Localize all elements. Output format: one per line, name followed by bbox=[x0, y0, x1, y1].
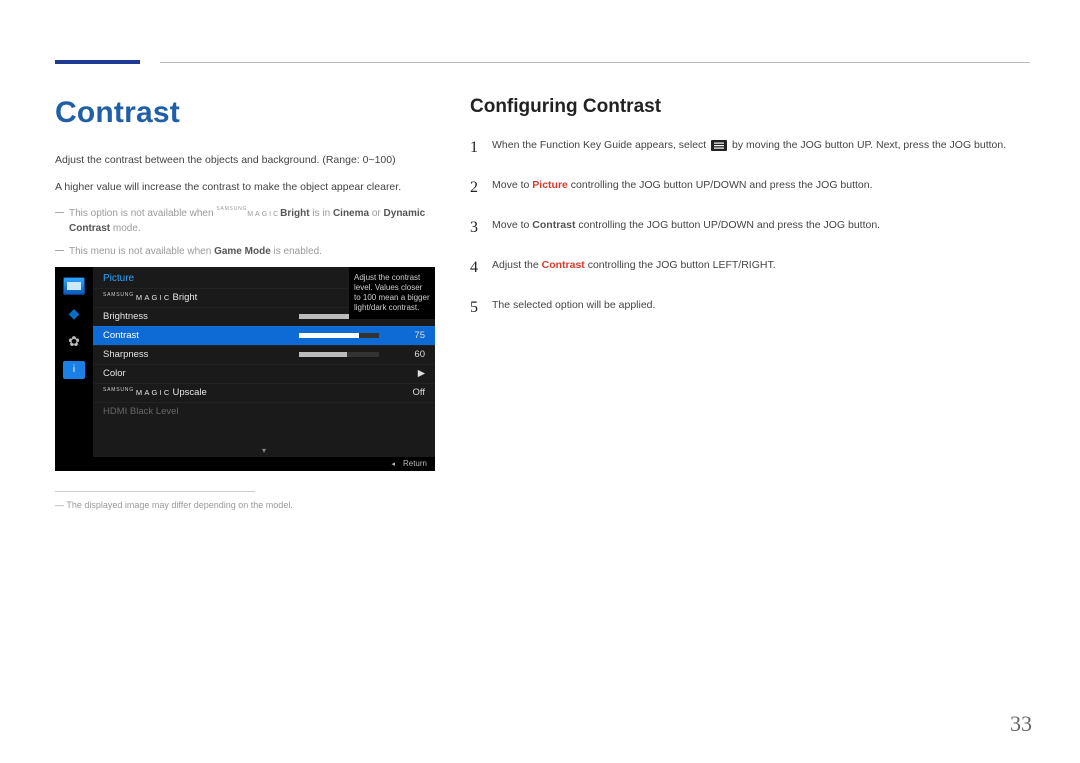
osd-contrast-val: 75 bbox=[385, 330, 425, 341]
footnote-rule bbox=[55, 491, 255, 492]
osd-magic-1: MAGIC bbox=[136, 293, 172, 302]
header-divider bbox=[160, 62, 1030, 63]
intro-paragraph-2: A higher value will increase the contras… bbox=[55, 179, 435, 196]
figure-footnote-text: The displayed image may differ depending… bbox=[66, 500, 292, 510]
osd-screenshot: ◆ ✿ i Picture SAMSUNGMAGICBright Custom … bbox=[55, 267, 435, 471]
step-3: 3 Move to Contrast controlling the JOG b… bbox=[470, 216, 1030, 240]
osd-hdmi-label: HDMI Black Level bbox=[103, 406, 385, 417]
osd-upscale-label: Upscale bbox=[172, 387, 206, 398]
osd-body: ◆ ✿ i Picture SAMSUNGMAGICBright Custom … bbox=[55, 267, 435, 457]
info-tab-icon: i bbox=[63, 361, 85, 379]
osd-magic-2: MAGIC bbox=[136, 388, 172, 397]
note-1: This option is not available when SAMSUN… bbox=[55, 206, 435, 236]
subsection-title: Configuring Contrast bbox=[470, 96, 1030, 118]
osd-row-contrast: Contrast 75 bbox=[93, 326, 435, 345]
step-2-text-c: controlling the JOG button UP/DOWN and p… bbox=[568, 179, 873, 191]
step-3-text-a: Move to bbox=[492, 219, 532, 231]
header-accent bbox=[55, 60, 140, 64]
step-3-number: 3 bbox=[470, 216, 492, 240]
step-1-number: 1 bbox=[470, 136, 492, 160]
osd-samsung-2: SAMSUNG bbox=[103, 387, 134, 393]
step-4-text: Adjust the Contrast controlling the JOG … bbox=[492, 256, 1030, 280]
osd-row-hdmi: HDMI Black Level bbox=[93, 402, 435, 421]
note-1-text-g: mode. bbox=[110, 223, 141, 234]
step-1-text-a: When the Function Key Guide appears, sel… bbox=[492, 139, 709, 151]
note-1-text-a: This option is not available when bbox=[69, 208, 216, 219]
step-4-text-a: Adjust the bbox=[492, 259, 542, 271]
note-2-gamemode: Game Mode bbox=[214, 246, 271, 257]
osd-color-label: Color bbox=[103, 368, 385, 379]
manual-page: Contrast Adjust the contrast between the… bbox=[0, 0, 1080, 763]
step-2-picture: Picture bbox=[532, 179, 568, 191]
osd-return-label: Return bbox=[403, 459, 427, 468]
note-1-bright: Bright bbox=[280, 208, 309, 219]
step-1-text: When the Function Key Guide appears, sel… bbox=[492, 136, 1030, 160]
step-2: 2 Move to Picture controlling the JOG bu… bbox=[470, 176, 1030, 200]
right-column: Configuring Contrast 1 When the Function… bbox=[470, 96, 1030, 510]
intro-paragraph-1: Adjust the contrast between the objects … bbox=[55, 152, 435, 169]
note-1-samsung: SAMSUNG bbox=[216, 206, 247, 212]
step-5-text: The selected option will be applied. bbox=[492, 296, 1030, 320]
note-1-text-e: or bbox=[369, 208, 383, 219]
note-2: This menu is not available when Game Mod… bbox=[55, 244, 435, 259]
osd-sharpness-val: 60 bbox=[385, 349, 425, 360]
step-2-text-a: Move to bbox=[492, 179, 532, 191]
step-2-text: Move to Picture controlling the JOG butt… bbox=[492, 176, 1030, 200]
step-4: 4 Adjust the Contrast controlling the JO… bbox=[470, 256, 1030, 280]
osd-contrast-bar bbox=[299, 333, 379, 338]
step-3-contrast: Contrast bbox=[532, 219, 575, 231]
osd-bright-label: Bright bbox=[172, 292, 197, 303]
osd-brightness-label: Brightness bbox=[103, 311, 293, 322]
osd-upscale-val: Off bbox=[385, 387, 425, 398]
osd-row-sharpness: Sharpness 60 bbox=[93, 345, 435, 364]
figure-footnote: ― The displayed image may differ dependi… bbox=[55, 500, 435, 510]
osd-color-val: ▶ bbox=[385, 368, 425, 379]
step-5: 5 The selected option will be applied. bbox=[470, 296, 1030, 320]
note-2-text-c: is enabled. bbox=[271, 246, 322, 257]
note-1-text-c: is in bbox=[310, 208, 333, 219]
two-column-layout: Contrast Adjust the contrast between the… bbox=[55, 96, 1030, 510]
osd-samsung-1: SAMSUNG bbox=[103, 292, 134, 298]
osd-back-icon: ◂ bbox=[391, 460, 395, 468]
step-2-number: 2 bbox=[470, 176, 492, 200]
step-4-contrast: Contrast bbox=[542, 259, 585, 271]
note-1-magic: MAGIC bbox=[247, 211, 280, 218]
step-1: 1 When the Function Key Guide appears, s… bbox=[470, 136, 1030, 160]
section-title: Contrast bbox=[55, 96, 435, 130]
step-4-text-c: controlling the JOG button LEFT/RIGHT. bbox=[585, 259, 776, 271]
step-4-number: 4 bbox=[470, 256, 492, 280]
picture-tab-icon bbox=[63, 277, 85, 295]
settings-tab-icon: ✿ bbox=[63, 333, 85, 351]
osd-row-color: Color ▶ bbox=[93, 364, 435, 383]
osd-contrast-label: Contrast bbox=[103, 330, 293, 341]
step-1-text-b: by moving the JOG button UP. Next, press… bbox=[729, 139, 1006, 151]
osd-scroll-down-icon: ▾ bbox=[262, 446, 266, 455]
osd-footer: ◂ Return bbox=[55, 457, 435, 471]
menu-icon bbox=[711, 140, 727, 151]
page-header-rule bbox=[55, 40, 1030, 68]
left-column: Contrast Adjust the contrast between the… bbox=[55, 96, 435, 510]
osd-sharpness-bar bbox=[299, 352, 379, 357]
page-number: 33 bbox=[1010, 711, 1032, 737]
options-tab-icon: ◆ bbox=[63, 305, 85, 323]
step-3-text-c: controlling the JOG button UP/DOWN and p… bbox=[575, 219, 880, 231]
osd-tooltip: Adjust the contrast level. Values closer… bbox=[349, 267, 435, 319]
step-3-text: Move to Contrast controlling the JOG but… bbox=[492, 216, 1030, 240]
osd-sharpness-label: Sharpness bbox=[103, 349, 293, 360]
osd-panel: Picture SAMSUNGMAGICBright Custom Bright… bbox=[93, 267, 435, 457]
osd-sidebar: ◆ ✿ i bbox=[55, 267, 93, 457]
osd-row-upscale: SAMSUNGMAGICUpscale Off bbox=[93, 383, 435, 402]
step-5-number: 5 bbox=[470, 296, 492, 320]
note-1-cinema: Cinema bbox=[333, 208, 369, 219]
note-2-text-a: This menu is not available when bbox=[69, 246, 214, 257]
